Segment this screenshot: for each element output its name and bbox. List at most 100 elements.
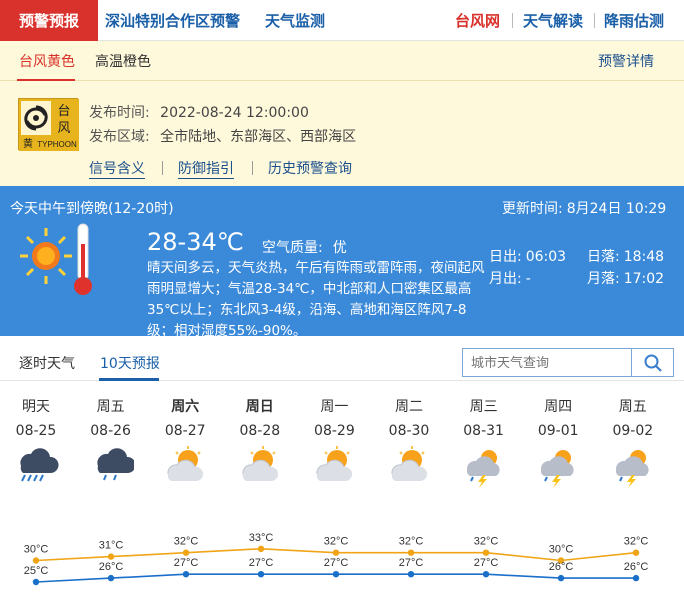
forecast-weekday: 周五	[618, 399, 647, 415]
active-tab-underline	[17, 79, 75, 81]
forecast-day: 周四 09-01	[529, 390, 603, 488]
low-temp-point	[557, 574, 565, 582]
nav-weather-monitor[interactable]: 天气监测	[265, 0, 325, 41]
forecast-date: 08-30	[388, 423, 430, 439]
nav-divider	[512, 13, 513, 28]
sunny-hot-icon	[20, 222, 100, 298]
publish-area-label: 发布区域:	[89, 129, 150, 145]
nav-warning-forecast[interactable]: 预警预报	[0, 0, 98, 41]
warning-panel: 台风黄色 高温橙色 预警详情 台 风 黄 TYPHOON 发布时间: 2022-…	[0, 41, 684, 186]
nav-rainfall-estimate[interactable]: 降雨估测	[604, 0, 664, 41]
low-temp-point	[482, 571, 490, 578]
update-time-label: 更新时间:	[502, 201, 563, 217]
icon-text-en: TYPHOON	[37, 140, 77, 149]
thunder-shower-icon	[610, 446, 656, 488]
city-search-box	[462, 348, 674, 377]
thunder-shower-icon	[535, 446, 581, 488]
today-temperature: 28-34℃	[147, 228, 244, 256]
warning-details-link[interactable]: 预警详情	[598, 41, 654, 81]
air-quality-value: 优	[332, 240, 347, 256]
sunrise-value: 06:03	[525, 249, 567, 265]
defense-guide-link[interactable]: 防御指引	[178, 158, 234, 179]
forecast-date: 08-28	[239, 423, 281, 439]
high-temp-point	[182, 549, 190, 556]
publish-area-row: 发布区域: 全市陆地、东部海区、西部海区	[89, 126, 356, 146]
forecast-weekday: 周日	[245, 399, 274, 415]
sunrise-label: 日出:	[489, 249, 522, 265]
icon-text-top: 台	[57, 104, 70, 119]
low-temp-point	[332, 571, 340, 578]
partly-cloudy-icon	[386, 446, 432, 482]
sunset-label: 日落:	[587, 249, 620, 265]
today-weather-panel: 今天中午到傍晚(12-20时) 更新时间: 8月24日 10:29 28-34℃ …	[0, 186, 684, 339]
update-time-row: 更新时间: 8月24日 10:29	[502, 198, 666, 218]
sunset-value: 18:48	[623, 249, 665, 265]
high-temp-label: 32°C	[399, 536, 424, 548]
forecast-day: 周三 08-31	[455, 390, 529, 488]
forecast-weekday: 明天	[22, 399, 50, 415]
high-temp-point	[482, 549, 490, 556]
forecast-weekday: 周一	[320, 399, 349, 415]
forecast-weekday: 周六	[171, 399, 200, 415]
typhoon-yellow-signal-icon: 台 风 黄 TYPHOON	[18, 98, 79, 151]
high-temp-label: 31°C	[99, 540, 124, 552]
today-description: 晴天间多云，天气炎热，午后有阵雨或雷阵雨，夜间起风雨明显增大；气温28-34℃，…	[147, 260, 485, 339]
temperature-chart: 30°C 31°C 32°C 33°C 32°C 32°C 32°C 30°C 32°C 25°C…	[24, 532, 649, 586]
forecast-weekday: 周三	[469, 399, 498, 415]
moonrise-label: 月出:	[489, 271, 522, 287]
low-temp-label: 25°C	[24, 565, 49, 577]
forecast-date: 08-27	[164, 423, 206, 439]
forecast-day: 周一 08-29	[305, 390, 379, 481]
sunrise-row: 日出: 06:03	[489, 246, 566, 266]
moonset-row: 月落: 17:02	[587, 268, 664, 288]
publish-time-value: 2022-08-24 12:00:00	[160, 105, 309, 121]
low-temp-label: 27°C	[324, 557, 349, 569]
tab-10-day-forecast[interactable]: 10天预报	[100, 345, 160, 381]
low-temp-point	[32, 578, 40, 586]
forecast-date: 08-25	[15, 423, 57, 439]
high-temp-label: 30°C	[24, 544, 49, 556]
link-divider	[252, 161, 253, 175]
link-divider	[162, 161, 163, 175]
publish-time-row: 发布时间: 2022-08-24 12:00:00	[89, 102, 309, 122]
low-temp-label: 26°C	[624, 561, 649, 573]
nav-shenshan-warning[interactable]: 深汕特别合作区预警	[105, 0, 240, 41]
partly-cloudy-icon	[162, 446, 208, 482]
warning-tabs: 台风黄色 高温橙色 预警详情	[0, 41, 684, 81]
nav-divider	[594, 13, 595, 28]
low-temp-label: 27°C	[399, 557, 424, 569]
high-temp-point	[632, 549, 640, 556]
partly-cloudy-icon	[311, 446, 357, 482]
search-button[interactable]	[631, 349, 673, 376]
low-temp-label: 27°C	[174, 557, 199, 569]
forecast-day: 周日 08-28	[231, 390, 305, 481]
low-temp-point	[257, 571, 265, 578]
forecast-day: 周五 08-26	[82, 390, 156, 481]
history-warning-link[interactable]: 历史预警查询	[268, 158, 352, 178]
search-icon	[644, 354, 662, 372]
moonrise-value: -	[525, 271, 531, 287]
nav-typhoon[interactable]: 台风网	[455, 0, 500, 41]
moonset-label: 月落:	[587, 271, 620, 287]
tab-hourly-weather[interactable]: 逐时天气	[19, 345, 75, 381]
forecast-date: 08-26	[90, 423, 131, 439]
high-temp-point	[257, 545, 265, 552]
air-quality-label: 空气质量:	[262, 240, 323, 256]
low-temp-label: 26°C	[99, 561, 124, 573]
high-temp-label: 33°C	[249, 532, 274, 544]
top-nav: 预警预报 深汕特别合作区预警 天气监测 台风网 天气解读 降雨估测	[0, 0, 684, 41]
publish-time-label: 发布时间:	[89, 105, 150, 121]
high-temp-point	[107, 553, 115, 560]
tab-typhoon-yellow[interactable]: 台风黄色	[19, 41, 75, 81]
tab-heat-orange[interactable]: 高温橙色	[95, 41, 151, 81]
signal-meaning-link[interactable]: 信号含义	[89, 158, 145, 179]
high-temp-label: 32°C	[474, 536, 499, 548]
low-temp-label: 27°C	[249, 557, 274, 569]
moonrise-row: 月出: -	[489, 268, 531, 288]
forecast-day: 周六 08-27	[156, 390, 230, 481]
high-temp-label: 32°C	[174, 536, 199, 548]
nav-weather-interpretation[interactable]: 天气解读	[523, 0, 583, 41]
city-search-input[interactable]	[463, 349, 631, 376]
forecast-weekday: 周五	[96, 399, 125, 415]
high-temp-point	[332, 549, 340, 556]
